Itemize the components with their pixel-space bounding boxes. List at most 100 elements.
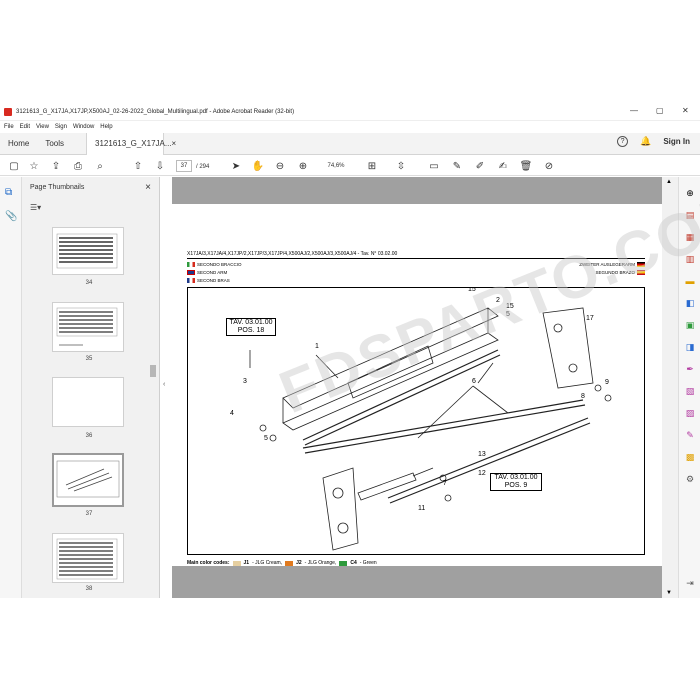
notifications-bell-icon[interactable]: 🔔 <box>640 136 651 147</box>
comment-tool-icon[interactable]: ▬ <box>684 275 696 287</box>
right-tools-pane: ⊕ ▤ ▦ ▥ ▬ ◧ ▣ ◨ ✒ ▧ ▨ ✎ ▩ ⚙ ⇥ <box>678 177 700 598</box>
create-pdf-icon[interactable]: ▢ <box>8 160 20 172</box>
lang-es-row: SEGUNDO BRAZO <box>595 270 645 275</box>
document-scrollbar[interactable]: ▲ ▼ <box>662 177 678 598</box>
color-codes-legend: Main color codes: J1 - JLG Cream, J2 - J… <box>187 560 377 566</box>
panel-scrollbar[interactable] <box>150 265 156 595</box>
upload-icon[interactable]: ⇪ <box>50 160 62 172</box>
swatch-j1 <box>232 560 241 566</box>
select-cursor-icon[interactable]: ➤ <box>230 160 242 172</box>
collapse-panel-icon[interactable]: ‹ <box>163 381 165 388</box>
menu-bar: File Edit View Sign Window Help <box>0 121 700 133</box>
callout-line: TAV. 03.01.00 <box>494 474 538 481</box>
tabbar-right: ? 🔔 Sign In <box>617 136 690 147</box>
pos-label: 5 <box>506 311 510 318</box>
prepare-form-icon[interactable]: ✎ <box>684 429 696 441</box>
swatch-c4 <box>339 560 348 566</box>
fill-sign-icon[interactable]: ✍ <box>497 160 509 172</box>
page-fit-icon[interactable]: ⊞ <box>366 160 378 172</box>
panel-close-icon[interactable]: × <box>145 182 151 193</box>
help-icon[interactable]: ? <box>617 136 629 147</box>
thumbnail-page-37-selected[interactable] <box>52 453 124 507</box>
next-page-icon[interactable]: ⇩ <box>154 160 166 172</box>
redact-icon[interactable]: ⊘ <box>543 160 555 172</box>
left-nav-rail: ⧉ 📎 <box>0 177 22 598</box>
stamp-icon[interactable]: ▩ <box>684 451 696 463</box>
pos-label: 8 <box>581 393 585 400</box>
zoom-level-select[interactable]: 74,6% <box>316 160 356 172</box>
thumbnail-page-36[interactable] <box>52 377 124 427</box>
lang-en-text: SECOND ARM <box>197 270 228 275</box>
tab-document-label: 3121613_G_X17JA... <box>95 139 172 148</box>
export-pdf-icon[interactable]: ▤ <box>684 209 696 221</box>
lang-de-row: ZWEITER AUSLEGERARM <box>579 262 645 267</box>
menu-file[interactable]: File <box>4 124 14 130</box>
page-total: / 294 <box>196 164 210 170</box>
menu-window[interactable]: Window <box>73 124 94 130</box>
close-window-button[interactable]: ✕ <box>682 106 689 115</box>
maximize-button[interactable]: ▢ <box>656 106 664 115</box>
tab-close-icon[interactable]: × <box>172 139 177 148</box>
swatch-j2 <box>285 560 294 566</box>
zoom-tool-icon[interactable]: ⊕ <box>684 187 696 199</box>
search-icon[interactable]: ⌕ <box>94 160 106 172</box>
thumbnail-label: 35 <box>85 356 93 362</box>
pages-panel-icon[interactable]: ⧉ <box>5 187 12 198</box>
print-icon[interactable]: ⎙ <box>72 160 84 172</box>
menu-sign[interactable]: Sign <box>55 124 67 130</box>
lang-fr-text: SECOND BRAS <box>197 278 230 283</box>
scroll-up-icon[interactable]: ▲ <box>666 179 672 185</box>
delete-icon[interactable]: 🗑 <box>520 160 533 172</box>
fill-sign-tool-icon[interactable]: ✒ <box>684 363 696 375</box>
edit-pdf-icon[interactable]: ▥ <box>684 253 696 265</box>
italy-flag-icon <box>187 262 195 267</box>
pos-label: 12 <box>478 470 486 477</box>
callout-line: POS. 9 <box>504 482 528 489</box>
pdf-page: X17JA/3,X17JA/4,X17JP/2,X17JP/3,X17JP/4,… <box>172 204 662 566</box>
tab-tools[interactable]: Tools <box>37 133 72 155</box>
panel-scroll-thumb[interactable] <box>150 365 156 377</box>
comment-icon[interactable]: ▭ <box>428 160 440 172</box>
organize-pages-icon[interactable]: ▣ <box>684 319 696 331</box>
highlight-pen-icon[interactable]: ✎ <box>451 160 463 172</box>
thumbnail-page-35[interactable] <box>52 302 124 352</box>
collapse-tools-icon[interactable]: ⇥ <box>684 577 696 589</box>
thumbnail-page-34[interactable] <box>52 227 124 275</box>
zoom-out-icon[interactable]: ⊖ <box>274 160 286 172</box>
scan-ocr-icon[interactable]: ◨ <box>684 341 696 353</box>
hand-tool-icon[interactable]: ✋ <box>252 160 264 172</box>
scroll-mode-icon[interactable]: ⇳ <box>395 160 407 172</box>
menu-view[interactable]: View <box>36 124 49 130</box>
page-number-input[interactable]: 37 <box>176 160 192 172</box>
sign-in-link[interactable]: Sign In <box>663 137 690 146</box>
document-viewport[interactable]: X17JA/3,X17JA/4,X17JP/2,X17JP/3,X17JP/4,… <box>172 177 662 598</box>
callout-line: POS. 18 <box>237 327 265 334</box>
combine-files-icon[interactable]: ◧ <box>684 297 696 309</box>
tab-home[interactable]: Home <box>0 133 37 155</box>
draw-icon[interactable]: ✐ <box>474 160 486 172</box>
thumbnail-page-38[interactable] <box>52 533 124 583</box>
tab-document[interactable]: 3121613_G_X17JA... × <box>86 132 176 155</box>
bookmark-star-icon[interactable]: ☆ <box>28 160 40 172</box>
menu-edit[interactable]: Edit <box>20 124 30 130</box>
protect-icon[interactable]: ▨ <box>684 407 696 419</box>
menu-help[interactable]: Help <box>100 124 112 130</box>
title-bar: 3121613_G_X17JA,X17JP,X500AJ_02-26-2022_… <box>0 103 700 121</box>
panel-header: Page Thumbnails × <box>22 177 159 197</box>
pos-label: 15 <box>468 288 476 293</box>
zoom-in-icon[interactable]: ⊕ <box>297 160 309 172</box>
send-for-signature-icon[interactable]: ▧ <box>684 385 696 397</box>
thumbnail-options-icon[interactable]: ☰▾ <box>30 203 41 212</box>
france-flag-icon <box>187 278 195 283</box>
create-pdf-icon[interactable]: ▦ <box>684 231 696 243</box>
uk-flag-icon <box>187 270 195 275</box>
lang-es-text: SEGUNDO BRAZO <box>595 270 635 275</box>
minimize-button[interactable]: — <box>630 106 638 115</box>
attachments-paperclip-icon[interactable]: 📎 <box>5 211 17 222</box>
code-j1-name: - JLG Cream, <box>252 560 283 566</box>
previous-page-icon[interactable]: ⇧ <box>132 160 144 172</box>
more-tools-icon[interactable]: ⚙ <box>684 473 696 485</box>
scroll-down-icon[interactable]: ▼ <box>666 590 672 596</box>
pos-label: 15 <box>506 303 514 310</box>
code-j1: J1 <box>243 560 250 566</box>
